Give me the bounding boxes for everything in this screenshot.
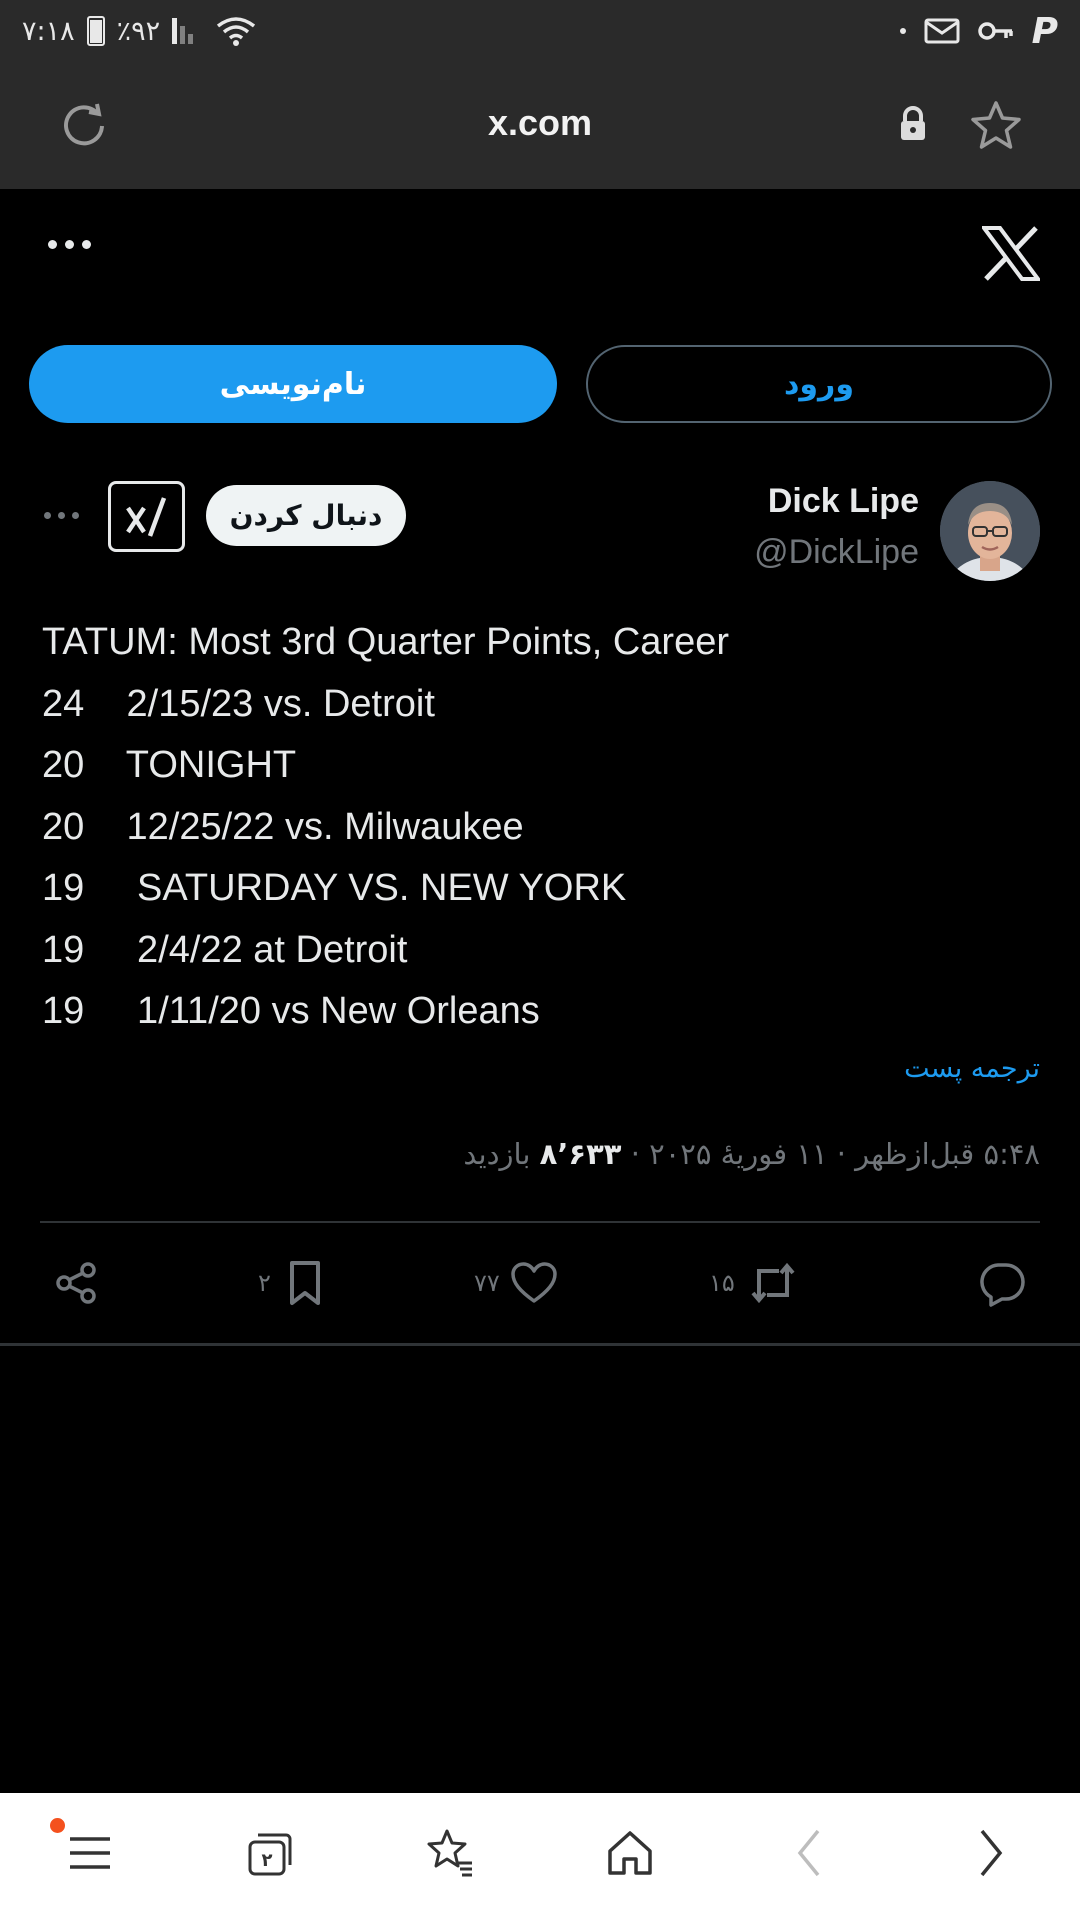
- divider: [40, 1221, 1040, 1223]
- views-count: ۸٬۶۳۳: [539, 1137, 622, 1171]
- grok-icon[interactable]: [108, 481, 185, 552]
- signup-button[interactable]: نام‌نویسی: [29, 345, 557, 423]
- star-list-icon: [427, 1829, 472, 1877]
- lock-icon[interactable]: [898, 106, 928, 142]
- tweet-timestamp[interactable]: ۵:۴۸ قبل‌ازظهر · ۱۱ فوریهٔ ۲۰۲۵ ·: [622, 1137, 1040, 1171]
- battery-icon: [86, 16, 105, 46]
- menu-button[interactable]: [60, 1823, 120, 1883]
- share-icon: [56, 1262, 96, 1304]
- more-options-icon[interactable]: [48, 234, 98, 254]
- home-button[interactable]: [600, 1823, 660, 1883]
- tabs-icon: ۲: [248, 1833, 292, 1876]
- repost-count: ۱۵: [709, 1269, 735, 1297]
- translate-post-link[interactable]: ترجمه پست: [904, 1053, 1040, 1084]
- forward-button[interactable]: [960, 1823, 1020, 1883]
- browser-bottom-nav: ۲: [0, 1793, 1080, 1920]
- repost-button[interactable]: ۱۵: [709, 1255, 801, 1311]
- home-icon: [608, 1831, 652, 1875]
- reply-icon: [980, 1263, 1025, 1307]
- key-icon: [977, 22, 1013, 40]
- bookmark-star-icon[interactable]: [968, 98, 1024, 154]
- bookmark-count: ۲: [258, 1269, 271, 1297]
- author-handle[interactable]: @DickLipe: [754, 533, 919, 572]
- chevron-right-icon: [980, 1829, 1003, 1877]
- bookmarks-button[interactable]: [420, 1823, 480, 1883]
- like-button[interactable]: ۷۷: [474, 1255, 558, 1311]
- svg-text:۲: ۲: [262, 1850, 273, 1871]
- battery-percent: ٪۹۲: [116, 15, 161, 47]
- bookmark-button[interactable]: ۲: [258, 1255, 329, 1311]
- heart-icon: [511, 1262, 557, 1303]
- p-app-icon: P: [1031, 10, 1058, 52]
- x-logo-icon[interactable]: [982, 226, 1040, 281]
- divider: [0, 1343, 1080, 1346]
- mail-icon: [924, 18, 960, 44]
- avatar[interactable]: [940, 481, 1040, 581]
- tweet-metadata: ۵:۴۸ قبل‌ازظهر · ۱۱ فوریهٔ ۲۰۲۵ · ۸٬۶۳۳ …: [463, 1137, 1040, 1171]
- status-right: P: [899, 10, 1058, 52]
- notification-dot-icon: [899, 28, 906, 34]
- like-count: ۷۷: [474, 1269, 500, 1297]
- author-name[interactable]: Dick Lipe: [768, 482, 919, 521]
- reply-button[interactable]: [978, 1255, 1026, 1311]
- status-bar: ۷:۱۸ ٪۹۲ P: [0, 0, 1080, 62]
- avatar-photo: [940, 481, 1040, 581]
- repost-icon: [751, 1262, 795, 1304]
- follow-button[interactable]: دنبال کردن: [206, 485, 406, 546]
- clock: ۷:۱۸: [22, 15, 75, 47]
- tweet-more-icon[interactable]: [44, 512, 84, 522]
- bookmark-icon: [289, 1261, 320, 1305]
- tweet-text: TATUM: Most 3rd Quarter Points, Career 2…: [42, 621, 729, 1032]
- share-button[interactable]: [52, 1255, 100, 1311]
- login-button[interactable]: ورود: [586, 345, 1052, 423]
- grok-glyph-icon: [125, 496, 166, 537]
- tabs-button[interactable]: ۲: [240, 1823, 300, 1883]
- browser-toolbar: x.com: [0, 62, 1080, 189]
- back-button[interactable]: [780, 1823, 840, 1883]
- signal-icon: [172, 18, 202, 44]
- chevron-left-icon: [797, 1829, 820, 1877]
- menu-icon: [70, 1837, 110, 1869]
- views-label: بازدید: [463, 1137, 540, 1171]
- wifi-icon: [217, 17, 256, 46]
- status-left: ۷:۱۸ ٪۹۲: [22, 10, 258, 52]
